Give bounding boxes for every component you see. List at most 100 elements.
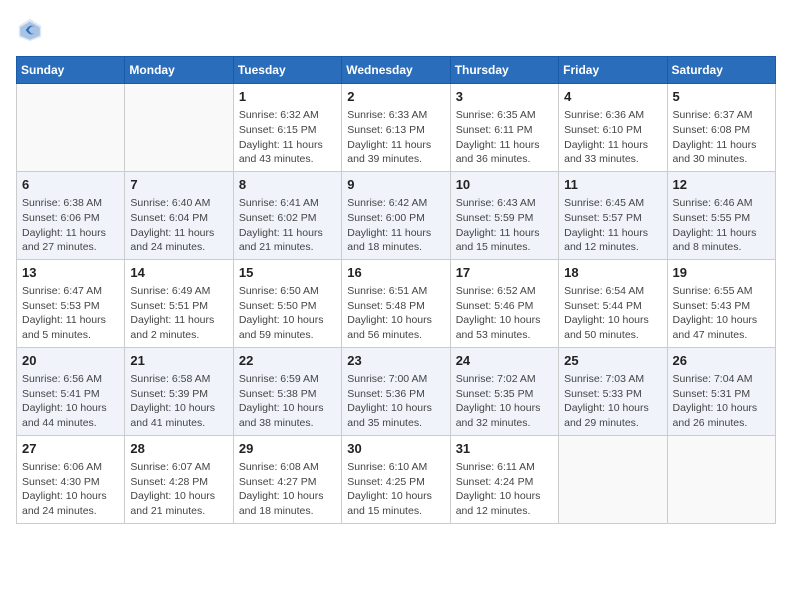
day-info: Sunrise: 6:46 AM Sunset: 5:55 PM Dayligh…: [673, 196, 770, 255]
day-info: Sunrise: 6:36 AM Sunset: 6:10 PM Dayligh…: [564, 108, 661, 167]
calendar-cell: 15 Sunrise: 6:50 AM Sunset: 5:50 PM Dayli…: [233, 259, 341, 347]
calendar-cell: 11 Sunrise: 6:45 AM Sunset: 5:57 PM Dayli…: [559, 171, 667, 259]
calendar-cell: 27 Sunrise: 6:06 AM Sunset: 4:30 PM Dayli…: [17, 435, 125, 523]
calendar-cell: 26 Sunrise: 7:04 AM Sunset: 5:31 PM Dayli…: [667, 347, 775, 435]
calendar-cell: [17, 84, 125, 172]
calendar-cell: 1 Sunrise: 6:32 AM Sunset: 6:15 PM Daylig…: [233, 84, 341, 172]
day-info: Sunrise: 6:06 AM Sunset: 4:30 PM Dayligh…: [22, 460, 119, 519]
day-info: Sunrise: 6:37 AM Sunset: 6:08 PM Dayligh…: [673, 108, 770, 167]
day-number: 17: [456, 264, 553, 282]
day-number: 18: [564, 264, 661, 282]
day-number: 27: [22, 440, 119, 458]
day-number: 25: [564, 352, 661, 370]
day-info: Sunrise: 7:02 AM Sunset: 5:35 PM Dayligh…: [456, 372, 553, 431]
day-info: Sunrise: 6:49 AM Sunset: 5:51 PM Dayligh…: [130, 284, 227, 343]
day-info: Sunrise: 6:33 AM Sunset: 6:13 PM Dayligh…: [347, 108, 444, 167]
day-number: 30: [347, 440, 444, 458]
calendar-cell: [559, 435, 667, 523]
day-number: 3: [456, 88, 553, 106]
day-info: Sunrise: 6:45 AM Sunset: 5:57 PM Dayligh…: [564, 196, 661, 255]
day-number: 1: [239, 88, 336, 106]
day-info: Sunrise: 6:35 AM Sunset: 6:11 PM Dayligh…: [456, 108, 553, 167]
calendar-cell: 28 Sunrise: 6:07 AM Sunset: 4:28 PM Dayli…: [125, 435, 233, 523]
calendar-cell: 20 Sunrise: 6:56 AM Sunset: 5:41 PM Dayli…: [17, 347, 125, 435]
calendar-cell: 8Sunrise: 6:41 AM Sunset: 6:02 PM Daylig…: [233, 171, 341, 259]
calendar-cell: [125, 84, 233, 172]
calendar-cell: 17Sunrise: 6:52 AM Sunset: 5:46 PM Dayli…: [450, 259, 558, 347]
day-number: 2: [347, 88, 444, 106]
day-info: Sunrise: 6:40 AM Sunset: 6:04 PM Dayligh…: [130, 196, 227, 255]
page-header: [16, 16, 776, 44]
day-header-wednesday: Wednesday: [342, 57, 450, 84]
calendar-cell: 2 Sunrise: 6:33 AM Sunset: 6:13 PM Daylig…: [342, 84, 450, 172]
day-number: 13: [22, 264, 119, 282]
day-info: Sunrise: 6:58 AM Sunset: 5:39 PM Dayligh…: [130, 372, 227, 431]
calendar-cell: 16Sunrise: 6:51 AM Sunset: 5:48 PM Dayli…: [342, 259, 450, 347]
calendar-cell: 14 Sunrise: 6:49 AM Sunset: 5:51 PM Dayli…: [125, 259, 233, 347]
day-number: 14: [130, 264, 227, 282]
day-info: Sunrise: 7:04 AM Sunset: 5:31 PM Dayligh…: [673, 372, 770, 431]
day-number: 5: [673, 88, 770, 106]
calendar-cell: 7 Sunrise: 6:40 AM Sunset: 6:04 PM Daylig…: [125, 171, 233, 259]
day-info: Sunrise: 6:56 AM Sunset: 5:41 PM Dayligh…: [22, 372, 119, 431]
day-info: Sunrise: 6:38 AM Sunset: 6:06 PM Dayligh…: [22, 196, 119, 255]
calendar-cell: [667, 435, 775, 523]
day-header-friday: Friday: [559, 57, 667, 84]
calendar-header-row: SundayMondayTuesdayWednesdayThursdayFrid…: [17, 57, 776, 84]
calendar-cell: 21 Sunrise: 6:58 AM Sunset: 5:39 PM Dayli…: [125, 347, 233, 435]
day-info: Sunrise: 6:08 AM Sunset: 4:27 PM Dayligh…: [239, 460, 336, 519]
calendar-table: SundayMondayTuesdayWednesdayThursdayFrid…: [16, 56, 776, 524]
calendar-cell: 6 Sunrise: 6:38 AM Sunset: 6:06 PM Daylig…: [17, 171, 125, 259]
day-info: Sunrise: 6:42 AM Sunset: 6:00 PM Dayligh…: [347, 196, 444, 255]
day-header-tuesday: Tuesday: [233, 57, 341, 84]
day-number: 20: [22, 352, 119, 370]
calendar-cell: 13Sunrise: 6:47 AM Sunset: 5:53 PM Dayli…: [17, 259, 125, 347]
day-info: Sunrise: 6:50 AM Sunset: 5:50 PM Dayligh…: [239, 284, 336, 343]
day-number: 26: [673, 352, 770, 370]
day-number: 15: [239, 264, 336, 282]
week-row-3: 13Sunrise: 6:47 AM Sunset: 5:53 PM Dayli…: [17, 259, 776, 347]
day-number: 6: [22, 176, 119, 194]
day-info: Sunrise: 6:07 AM Sunset: 4:28 PM Dayligh…: [130, 460, 227, 519]
week-row-5: 27 Sunrise: 6:06 AM Sunset: 4:30 PM Dayli…: [17, 435, 776, 523]
calendar-cell: 25 Sunrise: 7:03 AM Sunset: 5:33 PM Dayli…: [559, 347, 667, 435]
day-number: 23: [347, 352, 444, 370]
day-header-sunday: Sunday: [17, 57, 125, 84]
day-number: 11: [564, 176, 661, 194]
day-number: 7: [130, 176, 227, 194]
week-row-1: 1 Sunrise: 6:32 AM Sunset: 6:15 PM Daylig…: [17, 84, 776, 172]
day-info: Sunrise: 6:32 AM Sunset: 6:15 PM Dayligh…: [239, 108, 336, 167]
day-info: Sunrise: 7:03 AM Sunset: 5:33 PM Dayligh…: [564, 372, 661, 431]
day-header-saturday: Saturday: [667, 57, 775, 84]
week-row-2: 6 Sunrise: 6:38 AM Sunset: 6:06 PM Daylig…: [17, 171, 776, 259]
day-number: 10: [456, 176, 553, 194]
day-info: Sunrise: 6:55 AM Sunset: 5:43 PM Dayligh…: [673, 284, 770, 343]
logo: [16, 16, 48, 44]
day-number: 16: [347, 264, 444, 282]
day-info: Sunrise: 7:00 AM Sunset: 5:36 PM Dayligh…: [347, 372, 444, 431]
day-number: 9: [347, 176, 444, 194]
day-header-monday: Monday: [125, 57, 233, 84]
calendar-cell: 5 Sunrise: 6:37 AM Sunset: 6:08 PM Daylig…: [667, 84, 775, 172]
calendar-cell: 24Sunrise: 7:02 AM Sunset: 5:35 PM Dayli…: [450, 347, 558, 435]
day-number: 12: [673, 176, 770, 194]
day-number: 31: [456, 440, 553, 458]
day-header-thursday: Thursday: [450, 57, 558, 84]
day-number: 8: [239, 176, 336, 194]
calendar-cell: 31Sunrise: 6:11 AM Sunset: 4:24 PM Dayli…: [450, 435, 558, 523]
day-info: Sunrise: 6:43 AM Sunset: 5:59 PM Dayligh…: [456, 196, 553, 255]
day-number: 29: [239, 440, 336, 458]
calendar-cell: 19 Sunrise: 6:55 AM Sunset: 5:43 PM Dayli…: [667, 259, 775, 347]
day-info: Sunrise: 6:54 AM Sunset: 5:44 PM Dayligh…: [564, 284, 661, 343]
day-number: 19: [673, 264, 770, 282]
week-row-4: 20 Sunrise: 6:56 AM Sunset: 5:41 PM Dayli…: [17, 347, 776, 435]
day-number: 4: [564, 88, 661, 106]
day-info: Sunrise: 6:10 AM Sunset: 4:25 PM Dayligh…: [347, 460, 444, 519]
day-number: 28: [130, 440, 227, 458]
calendar-cell: 4 Sunrise: 6:36 AM Sunset: 6:10 PM Daylig…: [559, 84, 667, 172]
day-info: Sunrise: 6:59 AM Sunset: 5:38 PM Dayligh…: [239, 372, 336, 431]
day-number: 21: [130, 352, 227, 370]
calendar-cell: 9 Sunrise: 6:42 AM Sunset: 6:00 PM Daylig…: [342, 171, 450, 259]
calendar-cell: 18 Sunrise: 6:54 AM Sunset: 5:44 PM Dayli…: [559, 259, 667, 347]
calendar-cell: 3 Sunrise: 6:35 AM Sunset: 6:11 PM Daylig…: [450, 84, 558, 172]
